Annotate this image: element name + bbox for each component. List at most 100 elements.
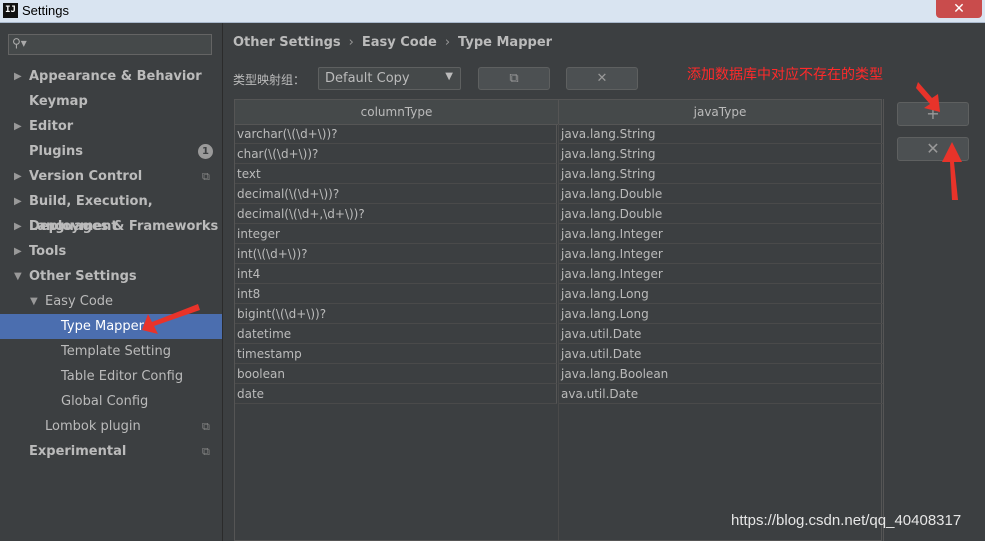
chevron-down-icon[interactable]: ▼ [14,264,22,289]
project-scope-icon: ⧉ [202,420,210,433]
cell-columntype[interactable]: int8 [235,284,557,304]
column-header-columntype[interactable]: columnType [235,100,559,124]
column-header-javatype[interactable]: javaType [559,100,881,124]
cell-columntype[interactable]: decimal(\(\d+,\d+\))? [235,204,557,224]
cell-columntype[interactable]: text [235,164,557,184]
sidebar-item-easy-code[interactable]: ▼ Easy Code [0,289,222,314]
type-mapper-group-label: 类型映射组： [233,73,306,87]
cell-javatype[interactable]: java.lang.Long [559,304,883,324]
cell-columntype[interactable]: boolean [235,364,557,384]
cell-columntype[interactable]: char(\(\d+\))? [235,144,557,164]
cell-columntype[interactable]: bigint(\(\d+\))? [235,304,557,324]
cell-javatype[interactable]: java.util.Date [559,324,883,344]
breadcrumb-easy-code: Easy Code [361,35,437,50]
sidebar-item-label: Version Control [29,169,143,184]
sidebar-item-experimental[interactable]: Experimental ⧉ [0,439,222,464]
project-scope-icon: ⧉ [202,445,210,458]
chevron-right-icon[interactable]: ▶ [14,189,22,214]
breadcrumb-type-mapper: Type Mapper [458,35,553,50]
chevron-down-icon[interactable]: ▼ [30,289,38,314]
sidebar-item-plugins[interactable]: Plugins 1 [0,139,222,164]
panel-divider [883,99,884,541]
cell-javatype[interactable]: java.lang.String [559,144,883,164]
chevron-right-icon[interactable]: ▶ [14,114,22,139]
cell-columntype[interactable]: timestamp [235,344,557,364]
main-panel: Other Settings › Easy Code › Type Mapper 类型映… [223,23,985,541]
copy-icon: ⧉ [509,71,519,86]
sidebar-item-tools[interactable]: ▶ Tools [0,239,222,264]
cell-javatype[interactable]: java.lang.Integer [559,264,883,284]
cell-javatype[interactable]: java.lang.Long [559,284,883,304]
sidebar-item-template-setting[interactable]: Template Setting [0,339,222,364]
cell-javatype[interactable]: java.util.Date [559,344,883,364]
sidebar-item-type-mapper[interactable]: Type Mapper [0,314,222,339]
cell-columntype[interactable]: varchar(\(\d+\))? [235,124,557,144]
sidebar-item-build-execution-deployment[interactable]: ▶ Build, Execution, Deployment [0,189,222,234]
sidebar-item-label: Keymap [29,94,88,109]
close-icon: ✕ [926,139,940,158]
sidebar-item-label: Editor [29,119,74,134]
title-bar: IJ Settings ✕ [0,0,985,23]
breadcrumb-other-settings: Other Settings [233,35,341,50]
sidebar-item-appearance-behavior[interactable]: ▶ Appearance & Behavior [0,64,222,89]
sidebar-item-label: Tools [29,244,67,259]
type-mapper-group-select[interactable]: Default Copy ▼ [318,67,461,90]
chevron-right-icon[interactable]: ▶ [14,214,22,239]
group-select-value: Default Copy [325,71,410,86]
column-divider [558,124,559,540]
sidebar-item-lombok-plugin[interactable]: Lombok plugin ⧉ [0,414,222,439]
cell-javatype[interactable]: java.lang.Double [559,184,883,204]
sidebar-item-label: Experimental [29,444,127,459]
cell-columntype[interactable]: datetime [235,324,557,344]
sidebar-item-table-editor-config[interactable]: Table Editor Config [0,364,222,389]
project-scope-icon: ⧉ [202,170,210,183]
cell-javatype[interactable]: ava.util.Date [559,384,883,404]
type-mapping-table[interactable]: columnType javaType varchar(\(\d+\))? jav… [234,99,883,541]
sidebar-item-other-settings[interactable]: ▼ Other Settings [0,264,222,289]
cell-columntype[interactable]: decimal(\(\d+\))? [235,184,557,204]
breadcrumb: Other Settings › Easy Code › Type Mapper [233,35,552,50]
sidebar-item-editor[interactable]: ▶ Editor [0,114,222,139]
settings-search-input[interactable]: ⚲▾ [8,34,212,55]
chevron-right-icon[interactable]: ▶ [14,164,22,189]
cell-javatype[interactable]: java.lang.Integer [559,224,883,244]
sidebar-item-label: Template Setting [61,344,171,359]
chevron-right-icon[interactable]: ▶ [14,64,22,89]
sidebar-item-keymap[interactable]: Keymap [0,89,222,114]
cell-javatype[interactable]: java.lang.String [559,164,883,184]
sidebar-item-label: Lombok plugin [45,419,141,434]
sidebar-item-label: Easy Code [45,294,114,309]
breadcrumb-separator: › [444,35,451,50]
remove-mapping-button[interactable]: ✕ [897,137,969,161]
sidebar-item-label: Appearance & Behavior [29,69,202,84]
table-header: columnType javaType [235,100,881,125]
update-count-badge: 1 [198,144,213,159]
search-icon: ⚲▾ [12,36,27,50]
sidebar-item-label: Plugins [29,144,83,159]
sidebar-item-languages-frameworks[interactable]: ▶ Languages & Frameworks [0,214,222,239]
settings-sidebar: ⚲▾ ▶ Appearance & Behavior Keymap ▶ Editor Pl… [0,23,223,541]
cell-columntype[interactable]: integer [235,224,557,244]
cell-columntype[interactable]: int4 [235,264,557,284]
cell-columntype[interactable]: int(\(\d+\))? [235,244,557,264]
window-title: Settings [22,3,69,18]
cell-javatype[interactable]: java.lang.String [559,124,883,144]
copy-group-button[interactable]: ⧉ [478,67,550,90]
window-close-button[interactable]: ✕ [936,0,982,18]
cell-javatype[interactable]: java.lang.Integer [559,244,883,264]
cell-javatype[interactable]: java.lang.Double [559,204,883,224]
plus-icon: + [926,104,940,123]
sidebar-item-label: Table Editor Config [61,369,184,384]
close-icon: ✕ [596,71,608,86]
delete-group-button[interactable]: ✕ [566,67,638,90]
add-mapping-button[interactable]: + [897,102,969,126]
chevron-down-icon: ▼ [445,71,453,82]
chevron-right-icon[interactable]: ▶ [14,239,22,264]
cell-javatype[interactable]: java.lang.Boolean [559,364,883,384]
sidebar-item-global-config[interactable]: Global Config [0,389,222,414]
cell-columntype[interactable]: date [235,384,557,404]
sidebar-item-version-control[interactable]: ▶ Version Control ⧉ [0,164,222,189]
sidebar-item-label: Other Settings [29,269,137,284]
breadcrumb-separator: › [348,35,354,50]
watermark-text: https://blog.csdn.net/qq_40408317 [731,512,962,529]
